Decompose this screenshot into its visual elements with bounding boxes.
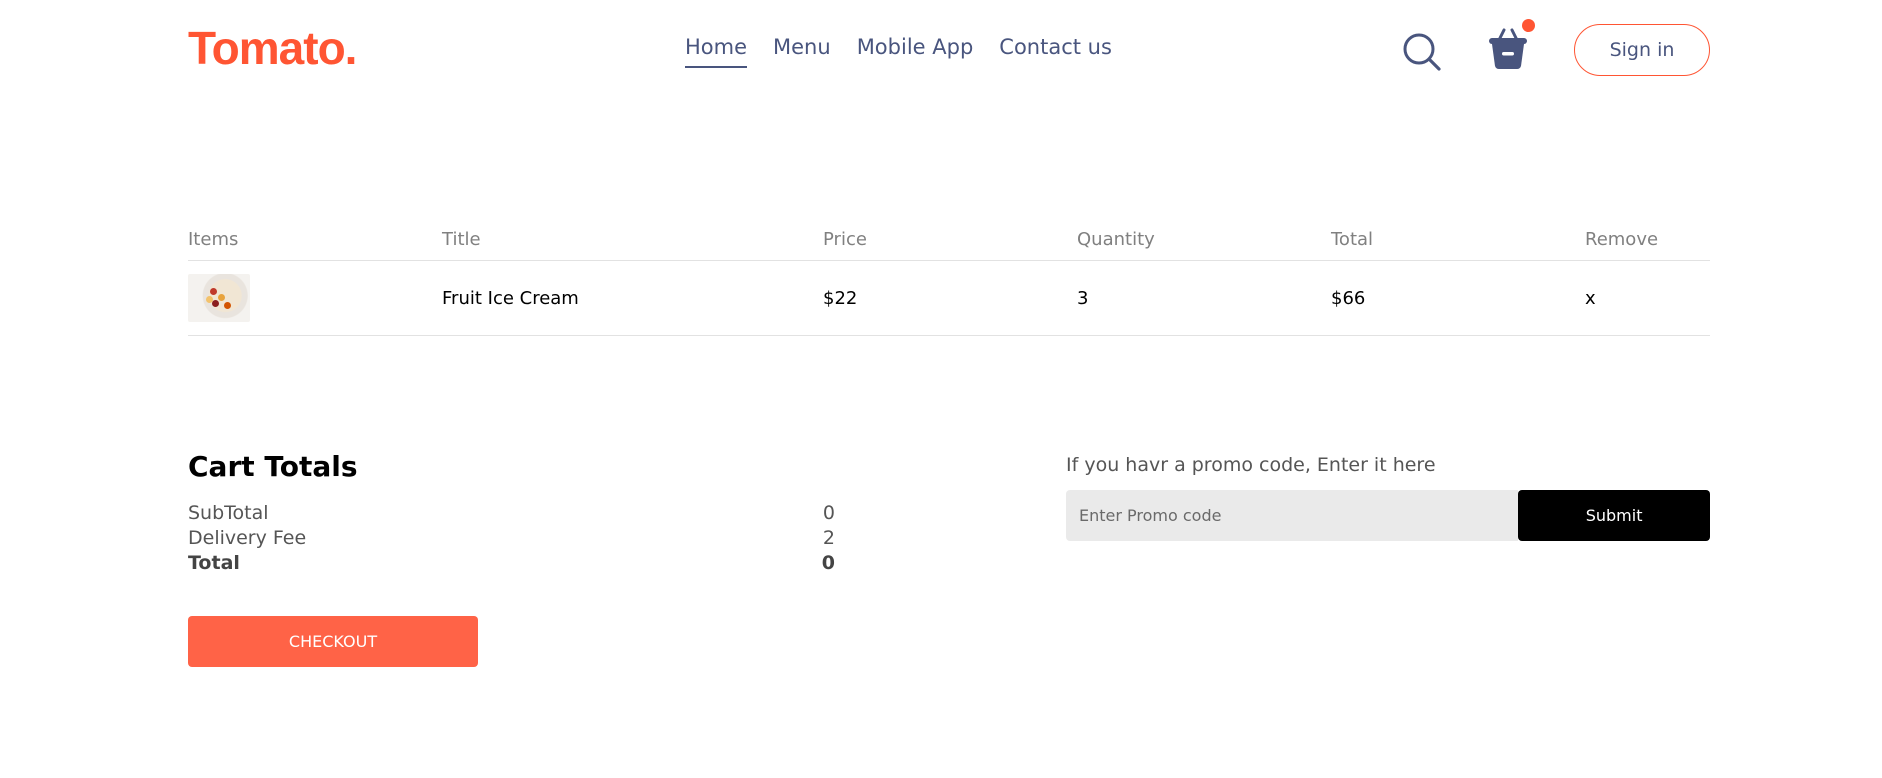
- item-title: Fruit Ice Cream: [442, 287, 579, 309]
- cart-indicator-dot: [1522, 19, 1535, 32]
- item-price: $22: [823, 287, 858, 309]
- remove-item-button[interactable]: x: [1585, 288, 1710, 309]
- table-divider: [188, 335, 1710, 336]
- delivery-fee-label: Delivery Fee: [188, 527, 307, 549]
- column-header-total: Total: [1331, 228, 1374, 250]
- cart-totals-heading: Cart Totals: [188, 450, 358, 483]
- sign-in-button[interactable]: Sign in: [1574, 24, 1710, 76]
- subtotal-row: SubTotal 0: [188, 501, 835, 526]
- delivery-fee-row: Delivery Fee 2: [188, 526, 835, 551]
- nav-link-mobile-app[interactable]: Mobile App: [857, 30, 974, 68]
- nav-link-menu[interactable]: Menu: [773, 30, 831, 68]
- column-header-price: Price: [823, 228, 867, 250]
- basket-icon[interactable]: [1488, 26, 1528, 70]
- promo-form: Submit: [1066, 490, 1710, 541]
- cart-totals: Cart Totals SubTotal 0 Delivery Fee 2 To…: [188, 450, 835, 667]
- promo-prompt: If you havr a promo code, Enter it here: [1066, 454, 1436, 476]
- nav-link-contact-us[interactable]: Contact us: [999, 30, 1112, 68]
- total-label: Total: [188, 552, 240, 574]
- item-image: [188, 274, 250, 322]
- table-row: Fruit Ice Cream $22 3 $66 x: [188, 261, 1710, 335]
- column-header-items: Items: [188, 228, 239, 250]
- nav-link-home[interactable]: Home: [685, 30, 748, 68]
- cart-table-header: Items Title Price Quantity Total Remove: [188, 218, 1710, 260]
- promo-submit-button[interactable]: Submit: [1518, 490, 1710, 541]
- search-icon[interactable]: [1402, 32, 1442, 72]
- item-total: $66: [1331, 287, 1366, 309]
- checkout-button[interactable]: CHECKOUT: [188, 616, 478, 667]
- total-row: Total 0: [188, 551, 835, 576]
- total-value: 0: [821, 552, 835, 574]
- column-header-quantity: Quantity: [1077, 228, 1155, 250]
- delivery-fee-value: 2: [822, 527, 835, 549]
- column-header-title: Title: [442, 228, 481, 250]
- promo-section: If you havr a promo code, Enter it here …: [1066, 454, 1710, 541]
- cart-table: Items Title Price Quantity Total Remove …: [188, 218, 1710, 336]
- navbar: Tomato. Home Menu Mobile App Contact us …: [188, 0, 1710, 100]
- nav-menu: Home Menu Mobile App Contact us: [685, 30, 1112, 68]
- column-header-remove: Remove: [1585, 228, 1659, 250]
- logo[interactable]: Tomato.: [188, 18, 357, 78]
- promo-code-input[interactable]: [1066, 490, 1519, 541]
- subtotal-label: SubTotal: [188, 502, 269, 524]
- item-quantity: 3: [1077, 287, 1089, 309]
- subtotal-value: 0: [822, 502, 835, 524]
